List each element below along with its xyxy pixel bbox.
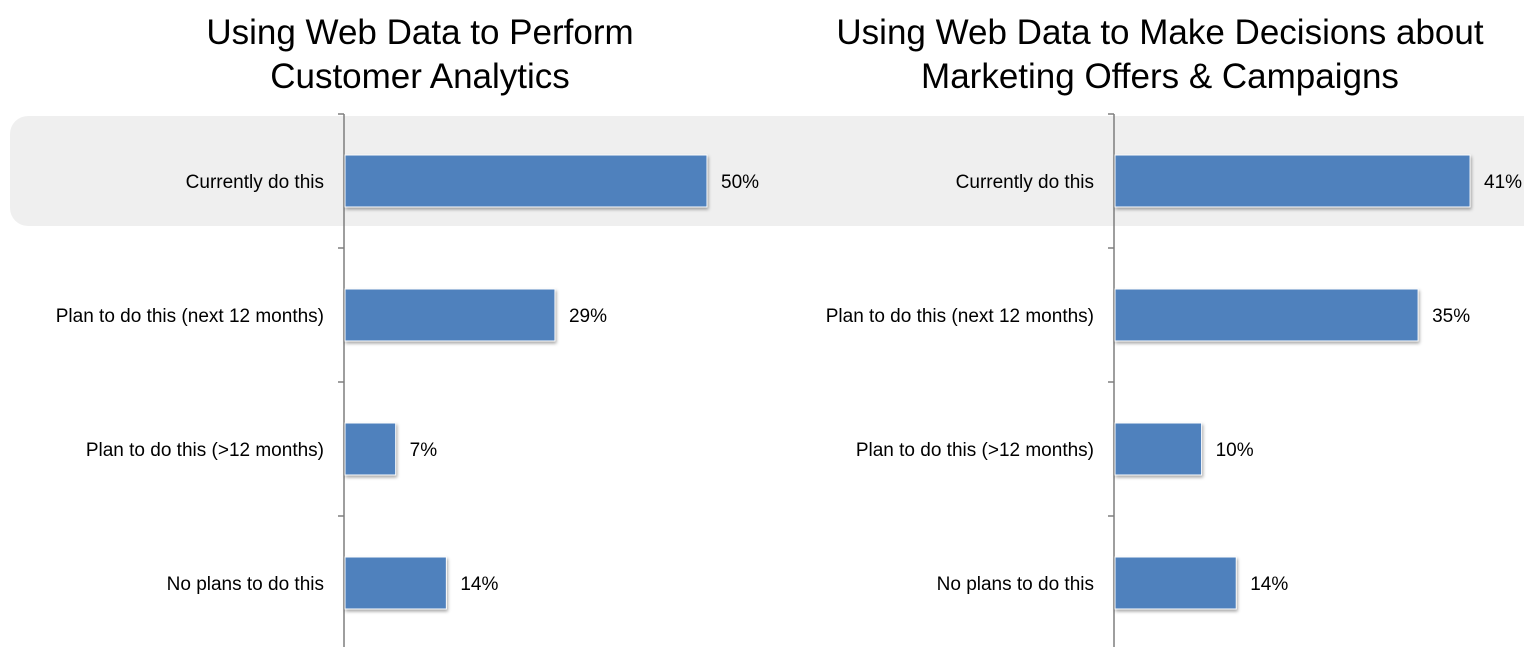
category-label: Currently do this	[186, 172, 324, 193]
category-label: No plans to do this	[167, 574, 324, 595]
category-label: Plan to do this (>12 months)	[856, 440, 1094, 461]
category-label: No plans to do this	[937, 574, 1094, 595]
chart-stage: Using Web Data to Perform Customer Analy…	[0, 0, 1524, 647]
bar-2	[1114, 288, 1419, 342]
bar-charts-svg: Currently do this 50% Plan to do this (nex…	[56, 113, 1522, 647]
category-label: Plan to do this (next 12 months)	[56, 306, 324, 327]
category-label: Plan to do this (next 12 months)	[826, 306, 1094, 327]
value-label: 29%	[569, 306, 607, 327]
bar-4	[344, 556, 447, 610]
value-label: 7%	[410, 440, 438, 461]
bar-2	[344, 288, 556, 342]
value-label: 41%	[1484, 172, 1522, 193]
value-label: 35%	[1432, 306, 1470, 327]
bar-4	[1114, 556, 1237, 610]
bar-1	[344, 154, 708, 208]
bar-3	[1114, 422, 1203, 476]
category-label: Currently do this	[956, 172, 1094, 193]
value-label: 50%	[721, 172, 759, 193]
bar-3	[344, 422, 397, 476]
value-label: 14%	[460, 574, 498, 595]
value-label: 10%	[1216, 440, 1254, 461]
value-label: 14%	[1250, 574, 1288, 595]
chart-2: Currently do this 41% Plan to do this (nex…	[826, 113, 1522, 647]
bar-1	[1114, 154, 1471, 208]
category-label: Plan to do this (>12 months)	[86, 440, 324, 461]
chart-1: Currently do this 50% Plan to do this (nex…	[56, 113, 759, 647]
